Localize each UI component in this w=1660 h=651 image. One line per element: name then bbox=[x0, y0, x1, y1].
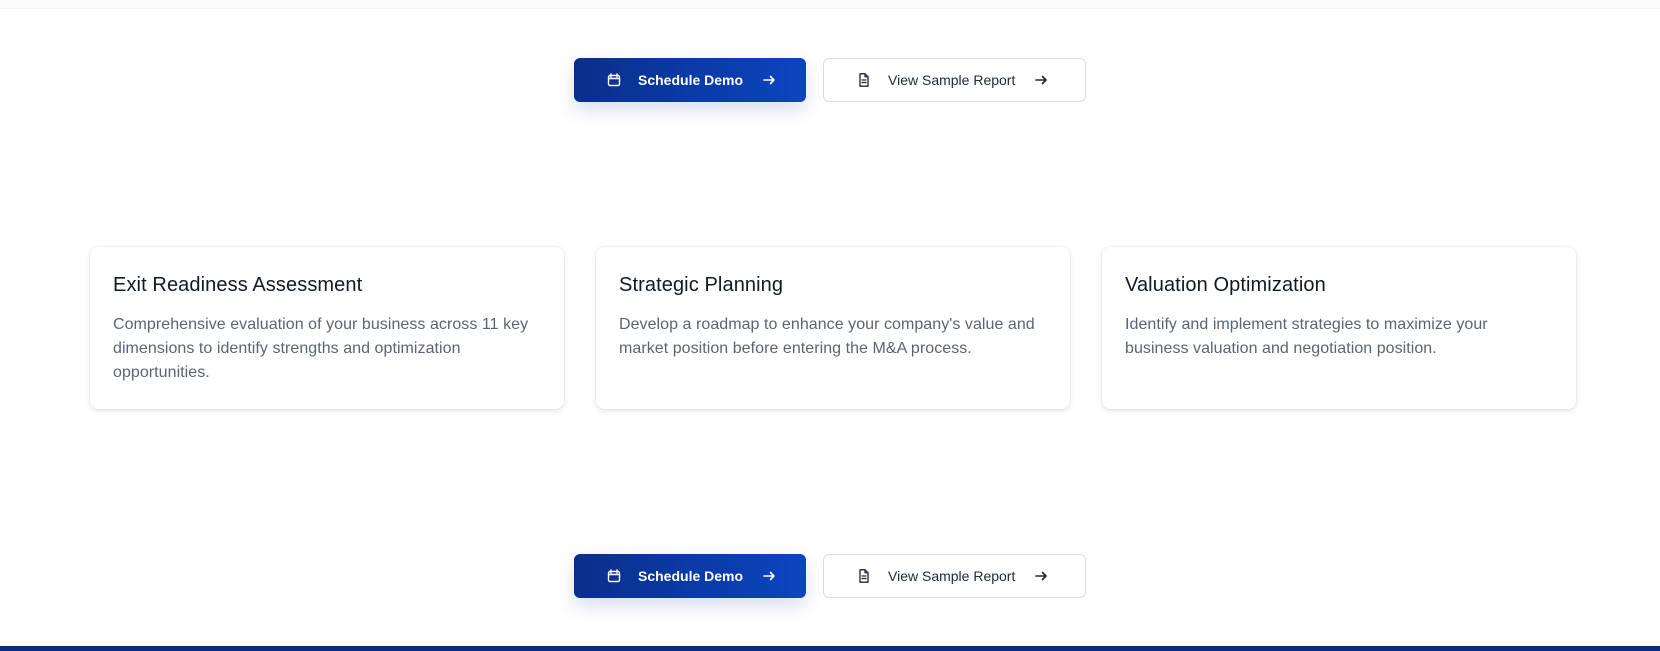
schedule-demo-label: Schedule Demo bbox=[638, 72, 744, 88]
arrow-right-icon bbox=[1033, 72, 1049, 88]
service-card-exit-readiness: Exit Readiness Assessment Comprehensive … bbox=[90, 247, 564, 409]
card-title: Exit Readiness Assessment bbox=[113, 274, 363, 296]
top-strip bbox=[0, 0, 1660, 9]
arrow-right-icon bbox=[1033, 568, 1049, 584]
view-sample-report-label: View Sample Report bbox=[888, 568, 1016, 584]
calendar-icon bbox=[606, 72, 622, 88]
schedule-demo-button[interactable]: Schedule Demo bbox=[574, 554, 806, 598]
view-sample-report-label: View Sample Report bbox=[888, 72, 1016, 88]
service-card-strategic-planning: Strategic Planning Develop a roadmap to … bbox=[596, 247, 1070, 409]
arrow-right-icon bbox=[761, 568, 777, 584]
card-description: Identify and implement strategies to max… bbox=[1125, 316, 1488, 357]
services-cards: Exit Readiness Assessment Comprehensive … bbox=[90, 247, 1578, 409]
footer-top-band bbox=[0, 646, 1660, 651]
calendar-icon bbox=[606, 568, 622, 584]
schedule-demo-button[interactable]: Schedule Demo bbox=[574, 58, 806, 102]
card-title: Strategic Planning bbox=[619, 274, 784, 296]
view-sample-report-button[interactable]: View Sample Report bbox=[823, 554, 1086, 598]
document-icon bbox=[856, 568, 872, 584]
document-icon bbox=[856, 72, 872, 88]
arrow-right-icon bbox=[761, 72, 777, 88]
card-description: Comprehensive evaluation of your busines… bbox=[113, 316, 529, 381]
page: Schedule Demo View Sample Report Exit Re… bbox=[0, 0, 1660, 651]
card-description: Develop a roadmap to enhance your compan… bbox=[619, 316, 1035, 357]
cta-row-bottom: Schedule Demo View Sample Report bbox=[0, 554, 1660, 598]
schedule-demo-label: Schedule Demo bbox=[638, 568, 744, 584]
card-title: Valuation Optimization bbox=[1125, 274, 1326, 296]
view-sample-report-button[interactable]: View Sample Report bbox=[823, 58, 1086, 102]
service-card-valuation-optimization: Valuation Optimization Identify and impl… bbox=[1102, 247, 1576, 409]
cta-row-top: Schedule Demo View Sample Report bbox=[0, 58, 1660, 102]
